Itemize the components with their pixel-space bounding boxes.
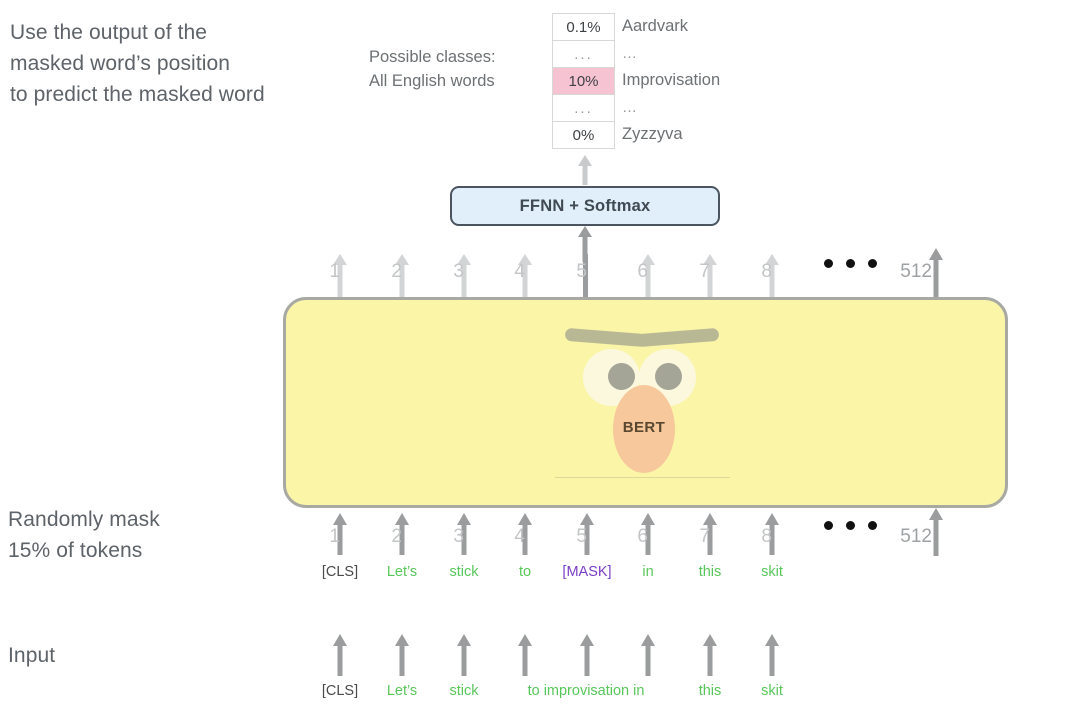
caption-input: Input (8, 644, 56, 667)
position-index-top-3: 3 (453, 261, 464, 282)
position-index-mask-8: 8 (761, 526, 772, 547)
position-index-top-8: 8 (761, 261, 772, 282)
possible-classes-label: Possible classes: All English words (369, 48, 496, 90)
table-row: ... (553, 95, 614, 122)
position-index-top-7: 7 (699, 261, 710, 282)
position-index-mask-7: 7 (699, 526, 710, 547)
input-token-this: this (698, 683, 722, 699)
bert-mouth-line-icon (555, 477, 730, 478)
masked-token-1: [CLS] (321, 564, 359, 580)
arrow-input-2 (395, 634, 409, 676)
list-item: Aardvark (622, 17, 689, 35)
arrow-input-8 (765, 634, 779, 676)
input-token-stick: stick (449, 683, 479, 699)
table-row: 10% (553, 68, 614, 95)
position-index-top-6: 6 (637, 261, 648, 282)
position-index-mask-6: 6 (637, 526, 648, 547)
diagram-canvas: Use the output of the masked word’s posi… (0, 0, 1080, 710)
caption-randomly-mask: Randomly mask 15% of tokens (8, 508, 160, 562)
position-index-mask-1: 1 (329, 526, 340, 547)
masked-token-8: skit (761, 564, 783, 580)
input-token-lets: Let’s (386, 683, 418, 699)
ffnn-softmax-box: FFNN + Softmax (450, 186, 720, 226)
arrow-input-6 (641, 634, 655, 676)
masked-token-7: this (698, 564, 722, 580)
output-class-labels: Aardvark … Improvisation … Zyzzyva (622, 13, 882, 148)
position-index-top-4: 4 (514, 261, 525, 282)
table-row: 0.1% (553, 14, 614, 41)
arrow-input-4 (518, 634, 532, 676)
position-index-mask-2: 2 (391, 526, 402, 547)
caption-predict-masked-word: Use the output of the masked word’s posi… (10, 21, 265, 106)
list-item: … (622, 99, 639, 116)
masked-token-5: [MASK] (562, 564, 612, 580)
arrow-input-3 (457, 634, 471, 676)
ellipsis-dots-mask (824, 521, 877, 530)
input-token-phrase: to improvisation in (527, 683, 645, 699)
list-item: Improvisation (622, 71, 721, 89)
position-index-mask-5: 5 (576, 526, 587, 547)
input-token-cls: [CLS] (321, 683, 359, 699)
position-index-top-2: 2 (391, 261, 402, 282)
bert-model-label: BERT (622, 419, 666, 436)
list-item: Zyzzyva (622, 125, 683, 143)
input-token-skit: skit (761, 683, 783, 699)
bert-pupil-right-icon (655, 363, 682, 390)
table-row: ... (553, 41, 614, 68)
position-index-mask-3: 3 (453, 526, 464, 547)
table-row: 0% (553, 122, 614, 149)
list-item: … (622, 45, 639, 62)
output-probability-table: 0.1% ... 10% ... 0% (552, 13, 615, 149)
bert-pupil-left-icon (608, 363, 635, 390)
arrow-ffnn-to-output (578, 155, 592, 185)
ellipsis-dots-top (824, 259, 877, 268)
position-index-mask-4: 4 (514, 526, 525, 547)
arrow-input-5 (580, 634, 594, 676)
position-index-top-1: 1 (329, 261, 340, 282)
masked-token-3: stick (449, 564, 479, 580)
arrow-input-1 (333, 634, 347, 676)
masked-token-2: Let’s (386, 564, 418, 580)
position-index-top-512: 512 (900, 261, 932, 282)
arrow-input-7 (703, 634, 717, 676)
position-index-top-5: 5 (576, 261, 587, 282)
position-index-mask-512: 512 (900, 526, 932, 547)
masked-token-6: in (642, 564, 654, 580)
masked-token-4: to (518, 564, 532, 580)
